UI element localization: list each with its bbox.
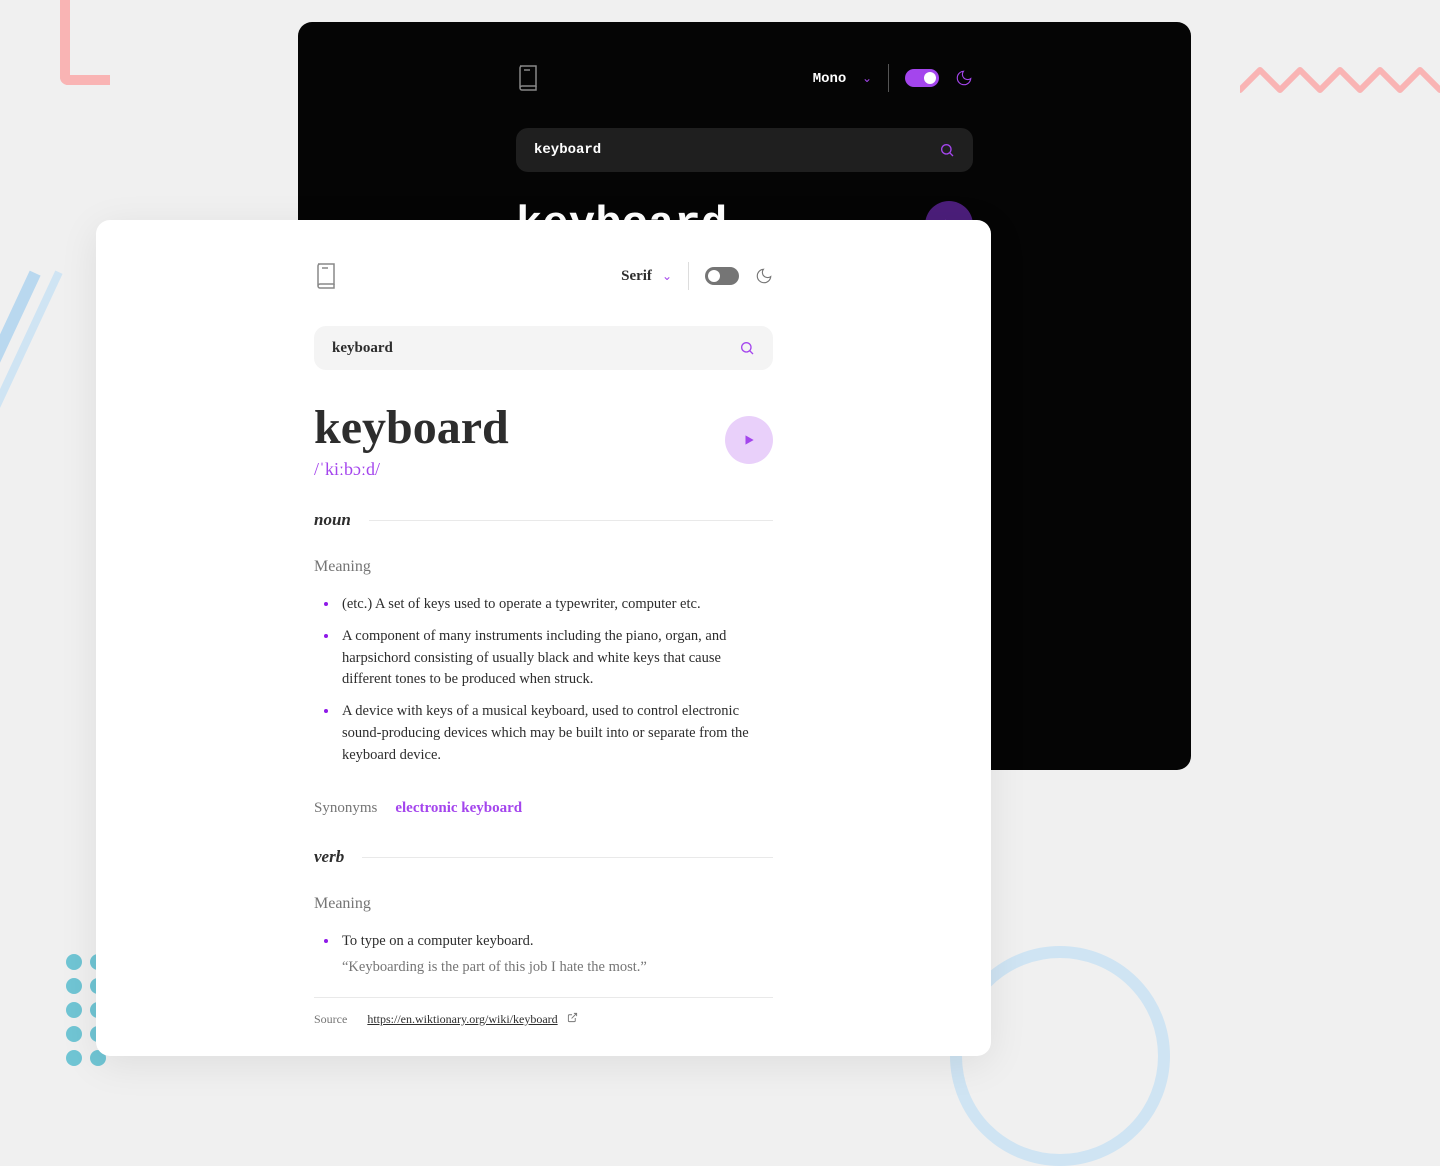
synonyms-row: Synonyms electronic keyboard <box>314 800 773 817</box>
book-logo-icon <box>314 262 338 290</box>
deco-l-shape <box>60 0 110 85</box>
source-label: Source <box>314 1012 347 1027</box>
moon-icon <box>955 69 973 87</box>
play-audio-button-light[interactable] <box>725 416 773 464</box>
play-icon <box>742 433 756 447</box>
dictionary-card-light: Serif ⌄ keyboard keyboard /ˈkiːbɔːd/ nou… <box>96 220 991 1056</box>
noun-definitions-list: (etc.) A set of keys used to operate a t… <box>314 594 773 766</box>
moon-icon <box>755 267 773 285</box>
topbar-dark: Mono ⌄ <box>516 58 973 98</box>
pos-divider <box>362 857 773 858</box>
search-icon <box>739 340 755 356</box>
source-row: Source https://en.wiktionary.org/wiki/ke… <box>314 997 773 1027</box>
phonetic-text: /ˈkiːbɔːd/ <box>314 459 509 480</box>
pos-divider <box>369 520 773 521</box>
font-selector-dark[interactable]: Mono ⌄ <box>813 69 872 87</box>
word-heading-light: keyboard <box>314 400 509 455</box>
search-icon <box>939 142 955 158</box>
deco-zigzag <box>1240 60 1440 100</box>
topbar-light: Serif ⌄ <box>314 256 773 296</box>
search-value: keyboard <box>534 142 601 158</box>
definition-item: To type on a computer keyboard. “Keyboar… <box>314 931 773 979</box>
pos-label: verb <box>314 847 344 867</box>
deco-diagonal-line-2 <box>0 270 63 509</box>
dark-mode-toggle[interactable] <box>905 69 939 87</box>
divider <box>688 262 689 290</box>
chevron-down-icon: ⌄ <box>862 72 872 86</box>
external-link-icon <box>567 1012 578 1023</box>
definition-text: To type on a computer keyboard. <box>342 933 533 949</box>
definition-item: A component of many instruments includin… <box>314 626 773 691</box>
pos-row-noun: noun <box>314 510 773 530</box>
example-text: “Keyboarding is the part of this job I h… <box>342 957 773 979</box>
search-input-dark[interactable]: keyboard <box>516 128 973 172</box>
synonym-link[interactable]: electronic keyboard <box>395 800 522 817</box>
book-logo-icon <box>516 64 540 92</box>
definition-item: (etc.) A set of keys used to operate a t… <box>314 594 773 616</box>
dark-mode-toggle[interactable] <box>705 267 739 285</box>
font-label: Serif <box>621 268 652 284</box>
divider <box>888 64 889 92</box>
source-link[interactable]: https://en.wiktionary.org/wiki/keyboard <box>367 1012 557 1026</box>
font-label: Mono <box>813 71 847 87</box>
meaning-label: Meaning <box>314 558 773 576</box>
meaning-label: Meaning <box>314 895 773 913</box>
font-selector-light[interactable]: Serif ⌄ <box>621 267 672 285</box>
search-input-light[interactable]: keyboard <box>314 326 773 370</box>
chevron-down-icon: ⌄ <box>662 269 672 283</box>
deco-diagonal-line <box>0 271 41 530</box>
search-value: keyboard <box>332 340 393 357</box>
pos-row-verb: verb <box>314 847 773 867</box>
pos-label: noun <box>314 510 351 530</box>
synonyms-label: Synonyms <box>314 800 377 817</box>
verb-definitions-list: To type on a computer keyboard. “Keyboar… <box>314 931 773 979</box>
definition-item: A device with keys of a musical keyboard… <box>314 701 773 766</box>
